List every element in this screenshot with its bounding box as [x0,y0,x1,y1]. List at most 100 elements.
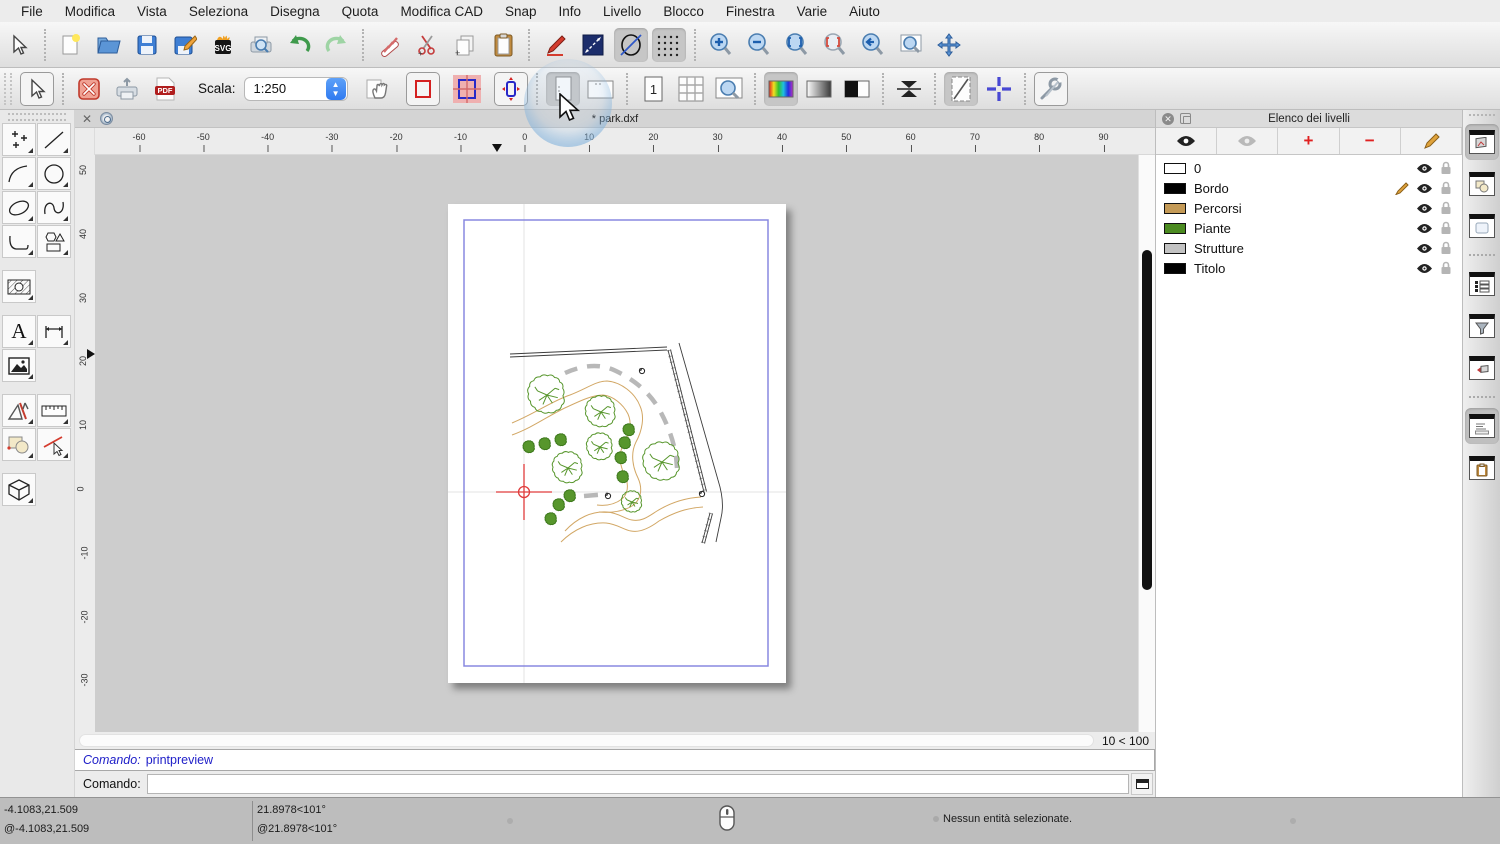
layer-visibility-icon[interactable] [1416,203,1433,214]
layer-row[interactable]: Titolo [1156,258,1462,278]
toggle-layer-list-button[interactable] [1465,124,1499,160]
tool-polyline[interactable] [2,225,36,258]
print-preview-canvas[interactable] [95,155,1138,732]
menu-item[interactable]: Snap [494,4,548,19]
restrict-angle-button[interactable] [614,28,648,62]
document-tab-title[interactable]: * park.dxf [75,113,1155,125]
copy-button[interactable]: + [448,28,482,62]
menu-item[interactable]: Vista [126,4,178,19]
save-as-button[interactable] [168,28,202,62]
tool-viewport-3d[interactable] [2,473,36,506]
menu-item[interactable]: Modifica CAD [389,4,494,19]
print-preview-button[interactable] [244,28,278,62]
toggle-command-line-button[interactable] [1465,408,1499,444]
distance-measure-button[interactable] [576,28,610,62]
layer-lock-icon[interactable] [1440,261,1452,275]
menu-item[interactable]: Finestra [715,4,786,19]
tool-spline[interactable] [37,191,71,224]
svg-export-button[interactable]: SVG [206,28,240,62]
layer-visibility-icon[interactable] [1416,263,1433,274]
tool-image[interactable] [2,349,36,382]
toggle-property-editor-button[interactable] [1465,266,1499,302]
tool-arc[interactable] [2,157,36,190]
tool-ellipse[interactable] [2,191,36,224]
tool-dimension[interactable] [37,315,71,348]
menu-item[interactable]: Livello [592,4,652,19]
zoom-selection-button[interactable] [818,28,852,62]
toggle-library-browser-button[interactable] [1465,350,1499,386]
layer-lock-icon[interactable] [1440,161,1452,175]
show-paper-borders-button[interactable] [406,72,440,106]
layer-color-swatch[interactable] [1164,223,1186,234]
tool-circle[interactable] [37,157,71,190]
tool-hatch[interactable] [2,270,36,303]
toggle-block-list-button[interactable] [1465,166,1499,202]
menu-item[interactable]: File [10,4,54,19]
layer-visibility-icon[interactable] [1416,183,1433,194]
tool-measure[interactable] [37,394,71,427]
tool-modify[interactable] [37,428,71,461]
layer-name[interactable]: Percorsi [1194,201,1416,216]
redo-button[interactable] [320,28,354,62]
new-file-button[interactable] [54,28,88,62]
show-margins-button[interactable] [450,72,484,106]
zoom-in-button[interactable] [704,28,738,62]
tool-draft-tools[interactable] [2,394,36,427]
edit-layer-button[interactable] [1401,128,1462,154]
draft-mode-button[interactable] [944,72,978,106]
hide-all-layers-button[interactable] [1217,128,1278,154]
portrait-button[interactable] [546,72,580,106]
tool-point[interactable] [2,123,36,156]
close-preview-button[interactable] [72,72,106,106]
command-options-button[interactable] [1131,773,1153,795]
layer-lock-icon[interactable] [1440,241,1452,255]
menu-item[interactable]: Blocco [652,4,715,19]
undo-button[interactable] [282,28,316,62]
toggle-view-list-button[interactable] [1465,208,1499,244]
layer-row[interactable]: 0 [1156,158,1462,178]
delete-entities-button[interactable] [372,28,406,62]
tool-text[interactable]: A [2,315,36,348]
layer-name[interactable]: Titolo [1194,261,1416,276]
menu-item[interactable]: Seleziona [178,4,259,19]
layer-color-swatch[interactable] [1164,183,1186,194]
settings-button[interactable] [1034,72,1068,106]
command-input[interactable] [147,774,1129,794]
zoom-out-button[interactable] [742,28,776,62]
layer-color-swatch[interactable] [1164,263,1186,274]
layer-row[interactable]: Piante [1156,218,1462,238]
paste-button[interactable] [486,28,520,62]
layer-name[interactable]: Piante [1194,221,1416,236]
pdf-export-button[interactable]: PDF [148,72,182,106]
multi-page-button[interactable] [674,72,708,106]
layer-color-swatch[interactable] [1164,243,1186,254]
horizontal-scrollbar[interactable] [79,734,1094,747]
layer-lock-icon[interactable] [1440,201,1452,215]
pan-button[interactable] [932,28,966,62]
grayscale-button[interactable] [802,72,836,106]
preview-pan-button[interactable] [362,72,396,106]
toggle-selection-filter-button[interactable] [1465,308,1499,344]
remove-layer-button[interactable]: − [1340,128,1401,154]
vertical-scrollbar-thumb[interactable] [1142,250,1152,590]
zoom-to-page-button[interactable] [712,72,746,106]
menu-item[interactable]: Varie [786,4,839,19]
grid-toggle-button[interactable] [652,28,686,62]
single-page-button[interactable]: 1 [636,72,670,106]
layer-row[interactable]: Strutture [1156,238,1462,258]
landscape-button[interactable] [584,72,618,106]
layer-visibility-icon[interactable] [1416,243,1433,254]
layer-row[interactable]: Percorsi [1156,198,1462,218]
layer-visibility-icon[interactable] [1416,223,1433,234]
menu-item[interactable]: Quota [331,4,390,19]
menu-item[interactable]: Info [548,4,593,19]
layer-name[interactable]: Bordo [1194,181,1394,196]
save-button[interactable] [130,28,164,62]
zoom-window-button[interactable] [894,28,928,62]
layer-lock-icon[interactable] [1440,181,1452,195]
auto-fit-drawing-button[interactable] [494,72,528,106]
layer-color-swatch[interactable] [1164,203,1186,214]
menu-item[interactable]: Modifica [54,4,126,19]
black-white-button[interactable] [840,72,874,106]
tool-block[interactable] [2,428,36,461]
